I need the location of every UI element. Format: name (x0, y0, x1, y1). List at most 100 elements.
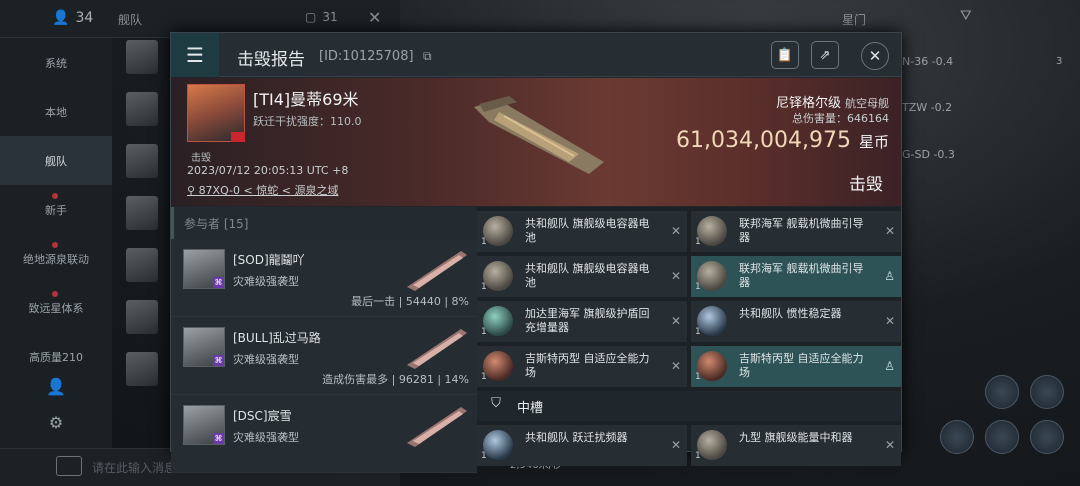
capacitor-battery-icon (483, 261, 513, 291)
chat-title: 舰队 (118, 13, 143, 27)
fitting-list: ⛉ 中槽 1 共和舰队 旗舰级电容器电池 ✕ 1 联邦海军 舰载机微曲引导器 ✕ 1 共和舰队… (477, 207, 901, 466)
channel-item[interactable]: 新手 (0, 185, 112, 234)
close-icon[interactable]: ✕ (368, 8, 381, 27)
victim-name[interactable]: [TI4]曼蒂69米 (253, 86, 359, 110)
module-qty: 1 (695, 372, 701, 382)
module-item[interactable]: 1 共和舰队 惯性稳定器 ✕ (691, 301, 901, 342)
drone-link-icon (697, 216, 727, 246)
dropped-icon: ♙ (884, 359, 895, 373)
participant-name: [DSC]宸雪 (233, 409, 292, 423)
module-item[interactable]: 1 吉斯特丙型 自适应全能力场 ♙ (691, 346, 901, 387)
mid-slot-header: ⛉ 中槽 (477, 391, 901, 421)
victim-portrait[interactable] (187, 84, 245, 142)
keyboard-icon[interactable] (56, 456, 82, 476)
menu-icon[interactable]: ☰ (171, 33, 219, 77)
module-item[interactable]: 1 吉斯特丙型 自适应全能力场 ✕ (477, 346, 687, 387)
drone-link-icon (697, 261, 727, 291)
avatar[interactable] (126, 144, 158, 178)
channel-tools: 👤 ⚙ (0, 368, 112, 440)
avatar[interactable] (126, 40, 158, 74)
avatar[interactable]: ⌘ (183, 405, 225, 445)
module-button[interactable] (985, 420, 1019, 454)
message-input[interactable]: 请在此输入消息 (92, 459, 176, 476)
system-tag[interactable]: G-SD -0.3 (902, 148, 955, 161)
participant-ship: 灾难级强袭型 (233, 431, 299, 444)
channel-item[interactable]: 本地 (0, 87, 112, 136)
participant-row[interactable]: ⌘ [BULL]乱过马路 灾难级强袭型 造成伤害最多 | 96281 | 14% (171, 317, 477, 395)
module-button[interactable] (1030, 375, 1064, 409)
destroyed-icon: ✕ (884, 438, 895, 452)
channel-item[interactable]: 舰队 (0, 136, 112, 185)
members-icon: 👤 (52, 10, 70, 26)
module-qty: 1 (695, 327, 701, 337)
dialog-title: 击毁报告 (237, 50, 305, 70)
close-icon: ✕ (868, 47, 882, 65)
omega-badge: ⌘ (213, 433, 224, 444)
weapon-image (407, 251, 467, 291)
copy-icon[interactable]: ⧉ (423, 49, 432, 64)
module-qty: 1 (481, 237, 487, 247)
module-name: 九型 旗舰级能量中和器 (739, 431, 853, 444)
avatar[interactable] (126, 92, 158, 126)
weapon-image (407, 407, 467, 447)
avatar[interactable] (126, 300, 158, 334)
module-item[interactable]: 1 联邦海军 舰载机微曲引导器 ✕ (691, 211, 901, 252)
module-item[interactable]: 1 九型 旗舰级能量中和器 ✕ (691, 425, 901, 466)
share-button[interactable]: ⇗ (811, 41, 839, 69)
participant-name: [BULL]乱过马路 (233, 331, 321, 345)
kill-location[interactable]: ⚲ 87XQ-0 < 惊蛇 < 源泉之域 (187, 182, 338, 198)
module-item[interactable]: 1 共和舰队 旗舰级电容器电池 ✕ (477, 211, 687, 252)
participant-name: [SOD]龍鬮吖 (233, 253, 305, 267)
participant-stats: 造成伤害最多 | 96281 | 14% (322, 373, 469, 386)
channel-item[interactable]: 系统 (0, 38, 112, 87)
module-qty: 1 (695, 237, 701, 247)
gear-icon[interactable]: ⚙ (0, 404, 112, 440)
alert-dot (52, 193, 58, 199)
close-button[interactable]: ✕ (861, 42, 889, 70)
clipboard-button[interactable]: 📋 (771, 41, 799, 69)
total-damage: 总伤害量：646164 (792, 112, 889, 125)
system-tag[interactable]: TZW -0.2 (902, 101, 952, 114)
capacitor-battery-icon (483, 216, 513, 246)
module-item[interactable]: 1 共和舰队 跃迁扰频器 ✕ (477, 425, 687, 466)
contacts-icon[interactable]: 👤 (0, 368, 112, 404)
system-tag[interactable]: N-36 -0.4 (902, 55, 953, 68)
avatar[interactable]: ⌘ (183, 249, 225, 289)
alert-dot (52, 242, 58, 248)
member-count[interactable]: 👤 34 (52, 10, 93, 26)
destroyed-icon: ✕ (670, 438, 681, 452)
participant-ship: 灾难级强袭型 (233, 275, 299, 288)
module-name: 联邦海军 舰载机微曲引导器 (739, 217, 864, 244)
victim-status: 击毁 (191, 153, 211, 164)
avatar[interactable]: ⌘ (183, 327, 225, 367)
warp-strength: 跃迁干扰强度：110.0 (253, 115, 362, 128)
channel-item[interactable]: 绝地源泉联动 (0, 234, 112, 283)
unread-counter[interactable]: ▢ 31 (305, 10, 338, 24)
participant-row[interactable]: ⌘ [SOD]龍鬮吖 灾难级强袭型 最后一击 | 54440 | 8% (171, 239, 477, 317)
module-qty: 1 (695, 282, 701, 292)
participant-row[interactable]: ⌘ [DSC]宸雪 灾难级强袭型 (171, 395, 477, 473)
destroyed-icon: ✕ (670, 359, 681, 373)
neutralizer-icon (697, 430, 727, 460)
module-button[interactable] (940, 420, 974, 454)
dropped-icon: ♙ (884, 269, 895, 283)
avatar[interactable] (126, 196, 158, 230)
module-item[interactable]: 1 共和舰队 旗舰级电容器电池 ✕ (477, 256, 687, 297)
module-qty: 1 (695, 451, 701, 461)
module-button[interactable] (1030, 420, 1064, 454)
module-button[interactable] (985, 375, 1019, 409)
filter-icon[interactable]: ⛛ (960, 8, 972, 24)
avatar[interactable] (126, 248, 158, 282)
omega-badge: ⌘ (213, 355, 224, 366)
share-icon: ⇗ (819, 47, 831, 63)
corp-badge (231, 132, 245, 142)
avatar[interactable] (126, 352, 158, 386)
module-name: 共和舰队 旗舰级电容器电池 (525, 262, 650, 289)
channel-item[interactable]: 致远星体系 (0, 283, 112, 332)
module-item[interactable]: 1 联邦海军 舰载机微曲引导器 ♙ (691, 256, 901, 297)
gate-filter[interactable]: 星门 (842, 11, 866, 28)
kill-result: 击毁 (849, 175, 883, 195)
module-item[interactable]: 1 加达里海军 旗舰级护盾回充增量器 ✕ (477, 301, 687, 342)
armor-hardener-icon (697, 351, 727, 381)
destroyed-icon: ✕ (670, 224, 681, 238)
